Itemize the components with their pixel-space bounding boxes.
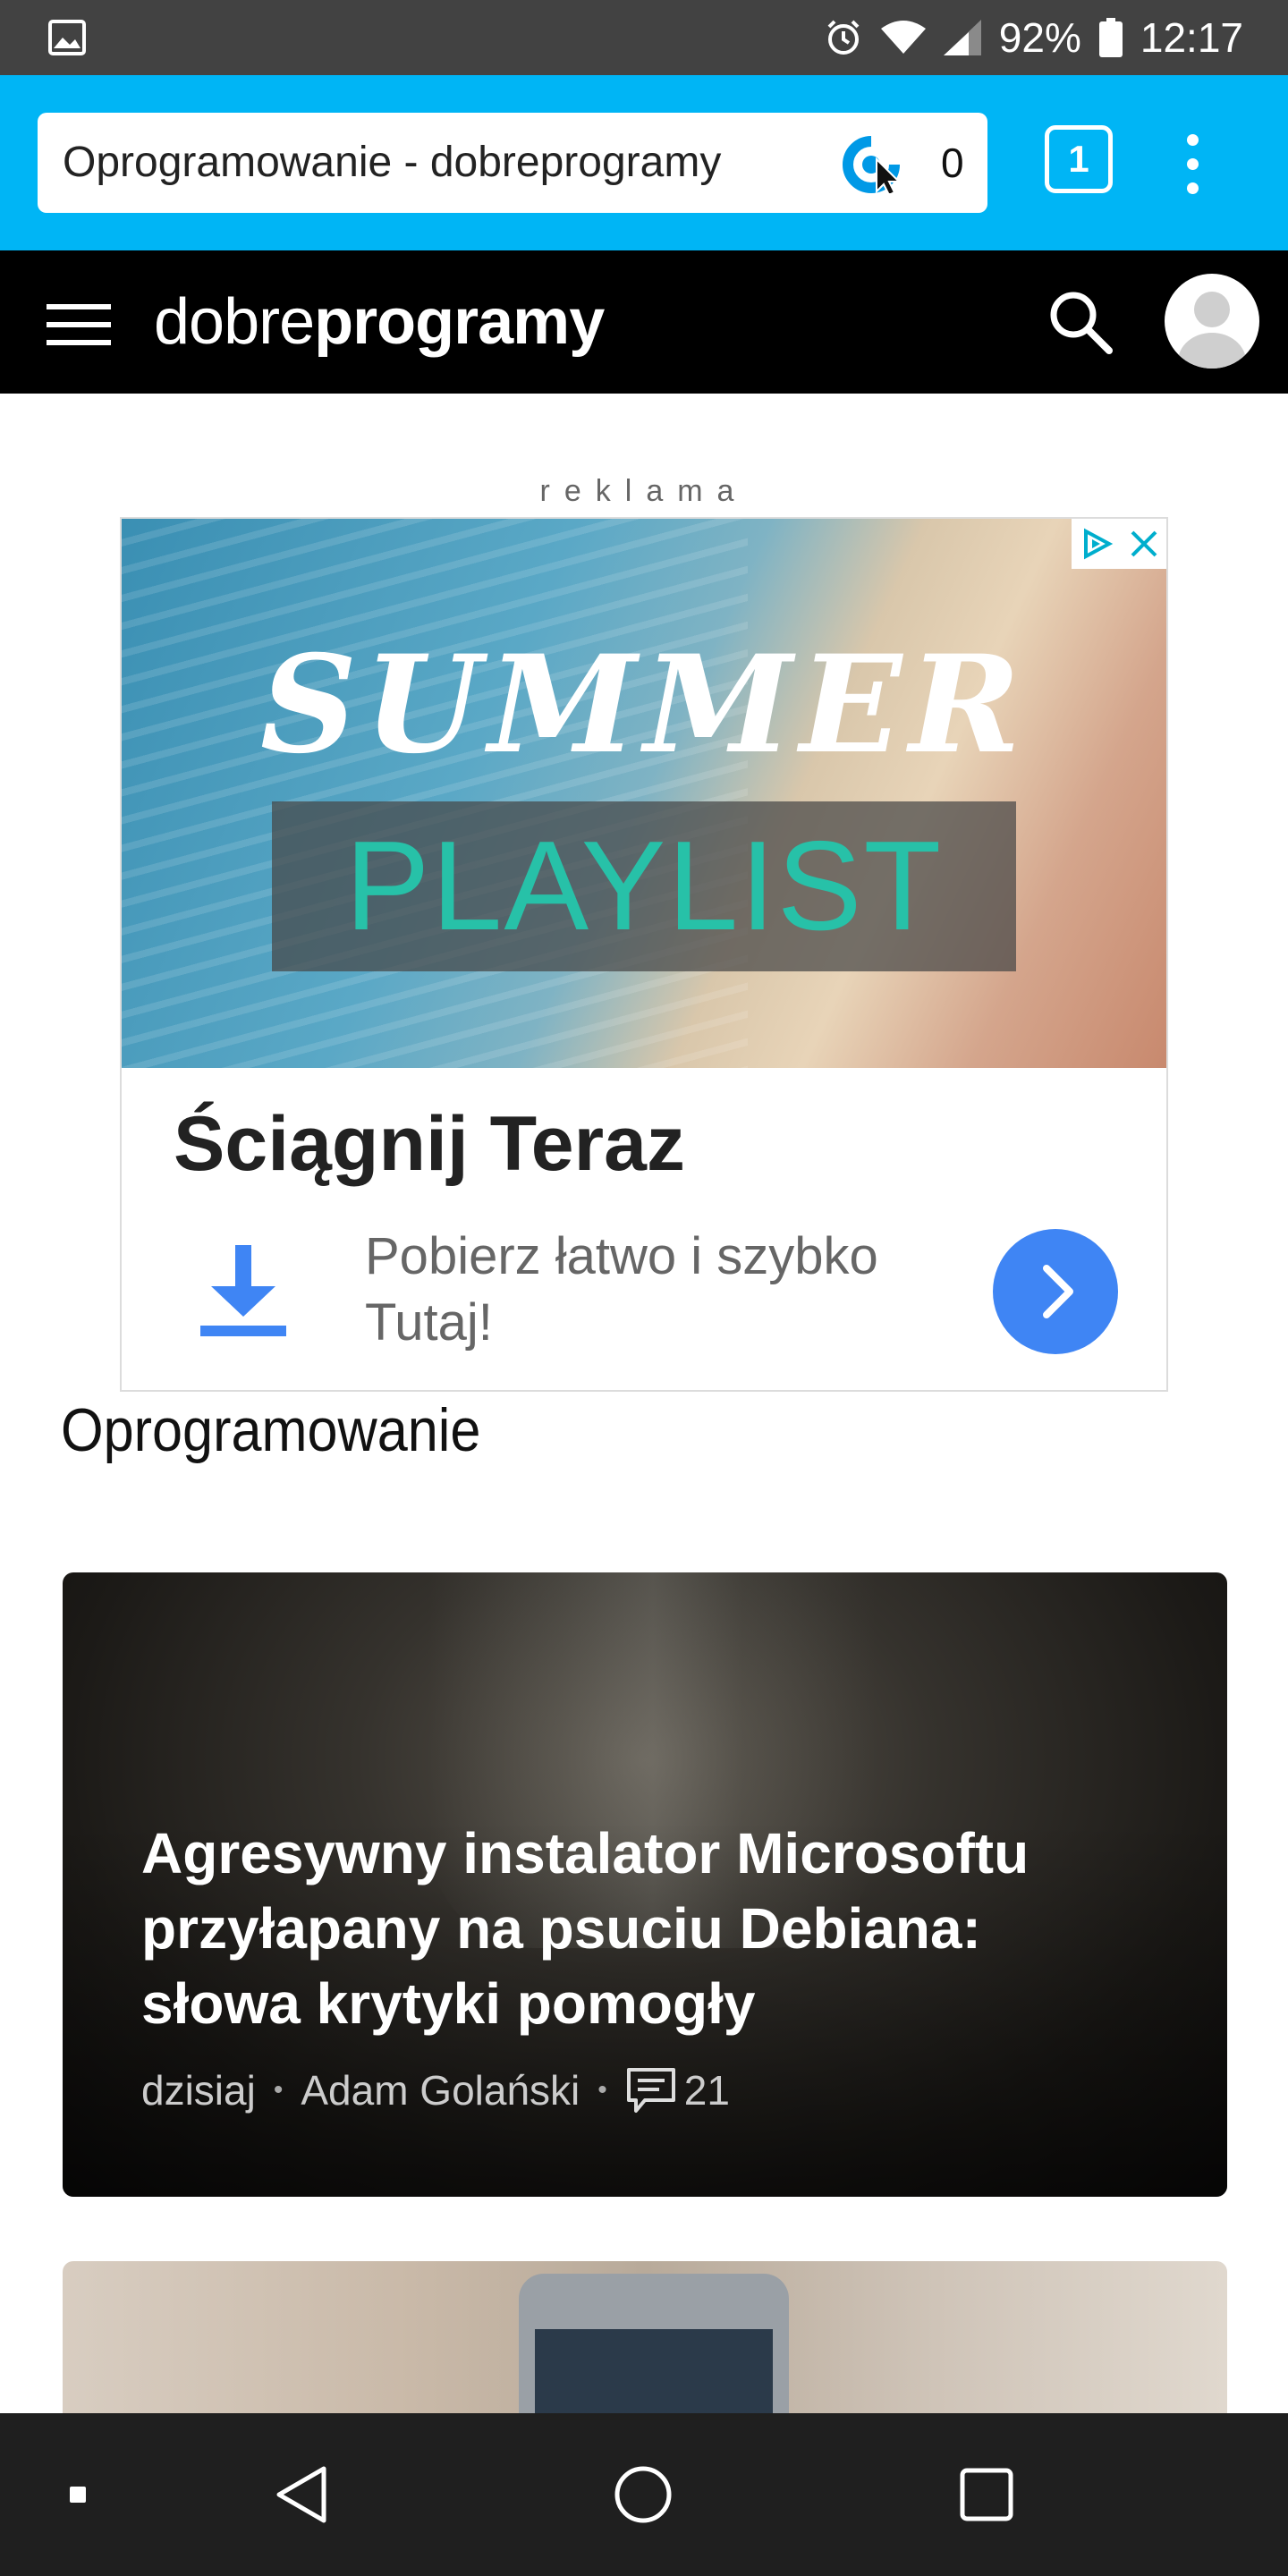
nav-dot-icon[interactable] [68, 2485, 88, 2504]
article-author[interactable]: Adam Golański [301, 2066, 580, 2114]
article-title[interactable]: Agresywny instalator Microsoftu przyłapa… [141, 1816, 1143, 2041]
hamburger-menu-icon[interactable] [47, 304, 111, 345]
article-meta: dzisiaj • Adam Golański • 21 [141, 2066, 730, 2114]
battery-icon [1098, 18, 1123, 57]
home-icon[interactable] [614, 2465, 673, 2524]
search-icon[interactable] [1046, 288, 1114, 356]
browser-toolbar: Oprogramowanie - dobreprogramy 0 1 [0, 75, 1288, 250]
site-logo[interactable]: dobreprogramy [154, 250, 605, 394]
comments-icon[interactable] [625, 2066, 677, 2114]
ad-go-button[interactable] [993, 1229, 1118, 1354]
ad-headline[interactable]: Ściągnij Teraz [174, 1100, 685, 1189]
ad-image-title: SUMMER [259, 626, 1029, 784]
clock: 12:17 [1140, 14, 1243, 61]
gallery-notification-icon [48, 20, 86, 55]
status-bar: 92% 12:17 [0, 0, 1288, 75]
battery-percentage: 92% [998, 14, 1081, 61]
ad-block-icon[interactable] [843, 136, 914, 193]
ad-image[interactable]: SUMMER PLAYLIST [122, 519, 1166, 1068]
chevron-right-icon [1043, 1265, 1073, 1318]
site-header: dobreprogramy [0, 250, 1288, 394]
ad-banner[interactable]: SUMMER PLAYLIST Ściągnij Teraz Pobierz ł… [120, 517, 1168, 1392]
comments-count[interactable]: 21 [684, 2066, 730, 2114]
section-title: Oprogramowanie [61, 1396, 481, 1464]
adchoices-icon[interactable] [1079, 526, 1114, 562]
logo-bold-part: programy [314, 286, 605, 358]
recents-icon[interactable] [959, 2467, 1014, 2522]
close-ad-icon[interactable] [1129, 529, 1159, 559]
ad-choices[interactable] [1072, 519, 1166, 569]
user-avatar-icon[interactable] [1165, 274, 1259, 369]
article-date: dzisiaj [141, 2067, 256, 2114]
ad-label: reklama [539, 474, 749, 508]
ad-description: Pobierz łatwo i szybko Tutaj! [365, 1227, 878, 1352]
download-icon [200, 1245, 286, 1336]
back-icon[interactable] [274, 2465, 329, 2524]
article-card[interactable]: Agresywny instalator Microsoftu przyłapa… [63, 1572, 1227, 2197]
alarm-icon [827, 20, 860, 55]
wifi-icon [880, 21, 926, 54]
ad-image-subtitle-box: PLAYLIST [272, 801, 1016, 971]
overflow-menu-icon[interactable] [1179, 134, 1206, 197]
system-navigation-bar [0, 2413, 1288, 2576]
url-text[interactable]: Oprogramowanie - dobreprogramy [63, 113, 721, 213]
signal-icon [943, 20, 981, 55]
blocked-count: 0 [941, 140, 964, 186]
tabs-button[interactable]: 1 [1045, 125, 1113, 193]
url-bar[interactable]: Oprogramowanie - dobreprogramy 0 [38, 113, 987, 213]
ad-image-subtitle: PLAYLIST [344, 815, 944, 957]
logo-light-part: dobre [154, 286, 315, 358]
